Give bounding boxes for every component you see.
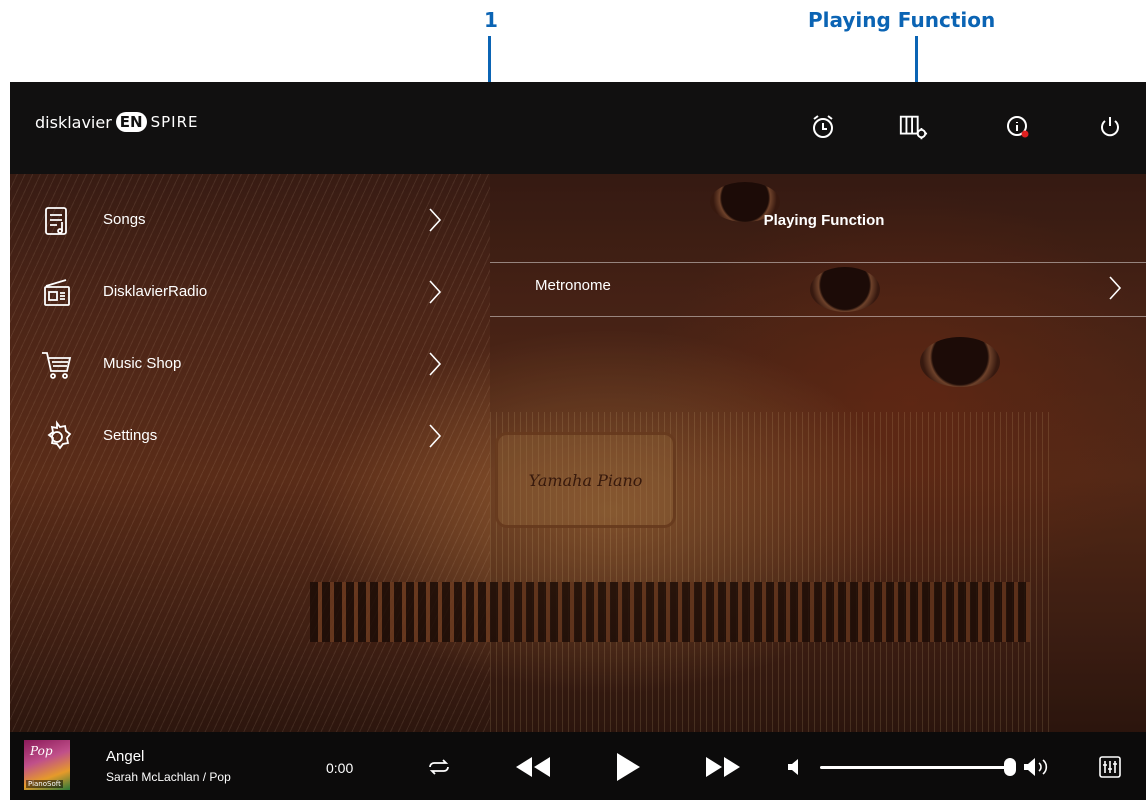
callout-1: 1	[484, 8, 498, 32]
album-brand: PianoSoft	[26, 780, 63, 788]
menu-item-settings[interactable]: Settings	[10, 406, 480, 478]
player-bar: Pop PianoSoft Angel Sarah McLachlan / Po…	[10, 732, 1146, 800]
app-screen: Yamaha Piano disklavier EN SPIRE Songs D…	[10, 82, 1146, 800]
chevron-right-icon	[1109, 276, 1122, 300]
brand-logo: disklavier EN SPIRE	[35, 112, 199, 132]
info-icon[interactable]	[1003, 112, 1033, 142]
rewind-button[interactable]	[508, 752, 558, 782]
brand-suffix: SPIRE	[150, 113, 199, 131]
repeat-button[interactable]	[424, 752, 454, 782]
menu-item-label: DisklavierRadio	[103, 283, 208, 300]
mixer-icon	[1099, 756, 1121, 778]
mixer-button[interactable]	[1095, 752, 1125, 782]
playback-time: 0:00	[326, 760, 354, 776]
chevron-right-icon	[429, 280, 442, 304]
volume-down-icon[interactable]	[782, 752, 806, 782]
radio-icon	[44, 279, 70, 306]
metronome-label: Metronome	[535, 277, 611, 294]
chevron-right-icon	[429, 208, 442, 232]
fast-forward-button[interactable]	[698, 752, 748, 782]
top-bar: disklavier EN SPIRE	[10, 82, 1146, 174]
song-title: Angel	[106, 748, 145, 765]
menu-item-disklavier-radio[interactable]: DisklavierRadio	[10, 262, 480, 334]
rewind-icon	[516, 757, 550, 777]
playing-function-panel: Playing Function Metronome	[490, 174, 1146, 799]
menu-item-label: Songs	[103, 211, 146, 228]
album-art[interactable]: Pop PianoSoft	[24, 740, 70, 790]
brand-prefix: disklavier	[35, 112, 112, 132]
power-icon[interactable]	[1095, 112, 1125, 142]
menu-item-label: Settings	[103, 427, 158, 444]
playing-function-icon[interactable]	[898, 112, 928, 142]
menu-item-label: Music Shop	[103, 355, 182, 372]
panel-title: Playing Function	[763, 212, 885, 229]
chevron-right-icon	[429, 352, 442, 376]
play-button[interactable]	[608, 752, 648, 782]
album-genre: Pop	[30, 744, 53, 758]
play-icon	[617, 753, 640, 781]
callout-playing-function: Playing Function	[808, 8, 996, 32]
menu-item-music-shop[interactable]: Music Shop	[10, 334, 480, 406]
song-artist: Sarah McLachlan / Pop	[106, 770, 231, 784]
songs-icon	[45, 207, 67, 235]
alarm-clock-icon[interactable]	[808, 112, 838, 142]
divider	[490, 316, 1146, 317]
menu-item-songs[interactable]: Songs	[10, 190, 480, 262]
volume-slider-track[interactable]	[820, 766, 1010, 769]
repeat-icon	[429, 759, 449, 775]
chevron-right-icon	[429, 424, 442, 448]
brand-badge: EN	[115, 112, 147, 132]
cart-icon	[42, 352, 72, 379]
fast-forward-icon	[706, 757, 740, 777]
volume-up-icon[interactable]	[1022, 752, 1052, 782]
divider	[490, 262, 1146, 263]
menu-item-metronome[interactable]: Metronome	[490, 264, 1146, 316]
gear-icon	[47, 420, 72, 450]
volume-slider-handle[interactable]	[1004, 758, 1016, 776]
